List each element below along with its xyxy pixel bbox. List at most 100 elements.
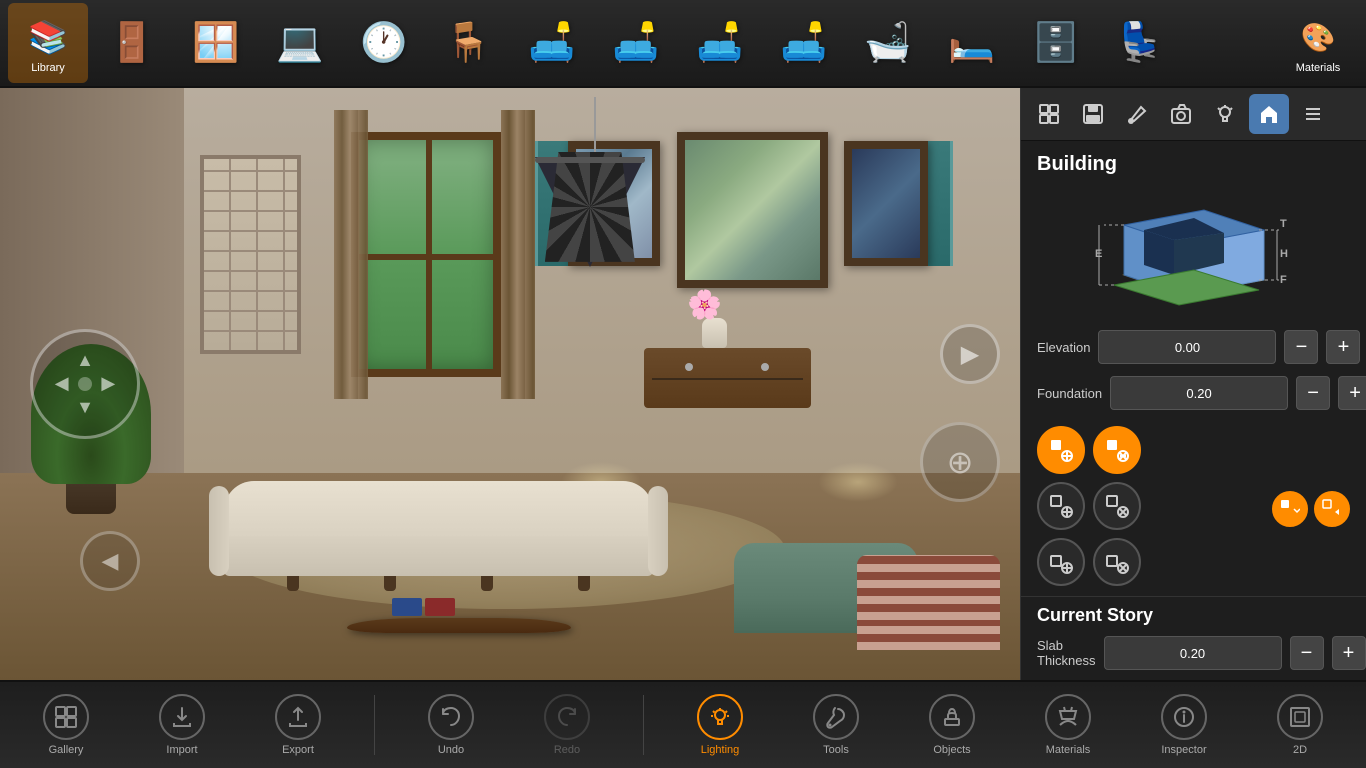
camera-button[interactable] [1161,94,1201,134]
furniture-dresser[interactable]: 🗄️ [1016,3,1096,83]
library-icon: 📚 [23,12,73,62]
gallery-label: Gallery [49,744,84,756]
floor-plan-action-1[interactable] [1272,491,1308,527]
lighting-button[interactable]: Lighting [680,685,760,765]
svg-text:H: H [1280,248,1288,260]
sofa-arm-right [648,486,668,576]
slab-thickness-input[interactable] [1104,636,1282,670]
export-label: Export [282,744,314,756]
objects-button[interactable]: Objects [912,685,992,765]
furniture-pink-sofa[interactable]: 🛋️ [596,3,676,83]
add-building-button[interactable] [1037,426,1085,474]
nav-arrow-right[interactable]: ▶ [940,324,1000,384]
striped-chair-back [857,555,1000,620]
book-1 [392,598,422,616]
laptop-icon: 💻 [276,21,323,65]
options-button[interactable] [1093,482,1141,530]
floor-plan-action-2[interactable] [1314,491,1350,527]
furniture-yellow-sofa[interactable]: 🛋️ [764,3,844,83]
furniture-bed[interactable]: 🛏️ [932,3,1012,83]
white-sofa-icon: 🛋️ [696,21,743,65]
gallery-button[interactable]: Gallery [26,685,106,765]
slab-thickness-increase-button[interactable]: + [1332,636,1366,670]
furniture-window[interactable]: 🪟 [176,3,256,83]
tools-button[interactable]: Tools [796,685,876,765]
library-button[interactable]: 📚 Library [8,3,88,83]
nav-joystick-left[interactable]: ▲ ◀ ▶ ▼ [30,329,140,439]
building-diagram-svg: T H F E [1094,185,1294,315]
slab-thickness-row: Slab Thickness − + [1021,630,1366,676]
building-button[interactable] [1249,94,1289,134]
furniture-bathtub[interactable]: 🛁 [848,3,928,83]
striped-chair-seat [857,620,1000,650]
yellow-sofa-icon: 🛋️ [780,21,827,65]
undo-label: Undo [438,744,464,756]
furniture-chair-red[interactable]: 💺 [1100,3,1180,83]
elevation-decrease-button[interactable]: − [1284,330,1318,364]
undo-button[interactable]: Undo [411,685,491,765]
paint-button[interactable] [1117,94,1157,134]
vase [702,318,727,348]
nav-circle[interactable]: ▲ ◀ ▶ ▼ [30,329,140,439]
save-button[interactable] [1073,94,1113,134]
pink-sofa-icon: 🛋️ [612,21,659,65]
red-chair-icon: 🪑 [444,21,491,65]
add-level-button[interactable] [1037,538,1085,586]
foundation-increase-button[interactable]: + [1338,376,1366,410]
export-icon [275,694,321,740]
furniture-laptop[interactable]: 💻 [260,3,340,83]
nav-rotate-button[interactable]: ⊕ [920,422,1000,502]
materials-bottom-label: Materials [1046,744,1091,756]
furniture-white-sofa[interactable]: 🛋️ [680,3,760,83]
svg-text:F: F [1280,274,1287,286]
export-button[interactable]: Export [258,685,338,765]
nav-up-icon: ▲ [76,350,94,371]
2d-icon [1277,694,1323,740]
add-floor-button[interactable] [1037,482,1085,530]
pendant-shade [535,157,645,267]
objects-icon [929,694,975,740]
furniture-red-chair[interactable]: 🪑 [428,3,508,83]
curtain-right [501,110,534,399]
redo-button[interactable]: Redo [527,685,607,765]
elevation-input[interactable] [1098,330,1276,364]
elevation-increase-button[interactable]: + [1326,330,1360,364]
2d-button[interactable]: 2D [1260,685,1340,765]
materials-bottom-button[interactable]: Materials [1028,685,1108,765]
foundation-decrease-button[interactable]: − [1296,376,1330,410]
slab-thickness-decrease-button[interactable]: − [1290,636,1324,670]
sofa-leg-3 [481,576,493,591]
gallery-icon [43,694,89,740]
bottom-toolbar: Gallery Import Export Undo [0,680,1366,768]
furniture-door[interactable]: 🚪 [92,3,172,83]
nav-pan-button[interactable]: ◀ [80,531,140,591]
import-button[interactable]: Import [142,685,222,765]
dresser-handle-right [761,363,769,371]
light-button[interactable] [1205,94,1245,134]
nav-right-icon: ▶ [101,373,115,394]
inspector-button[interactable]: Inspector [1144,685,1224,765]
nav-right-button[interactable]: ▶ [940,324,1000,384]
import-icon [159,694,205,740]
action-buttons-row2 [1037,482,1141,530]
coffee-table-top [347,618,571,633]
svg-text:T: T [1280,218,1287,230]
materials-button[interactable]: 🎨 Materials [1278,3,1358,83]
objects-label: Objects [933,744,970,756]
split-building-button[interactable] [1093,426,1141,474]
furniture-clock[interactable]: 🕐 [344,3,424,83]
viewport[interactable]: 🌸 [0,88,1020,680]
select-tool-button[interactable] [1029,94,1069,134]
lighting-label: Lighting [701,744,740,756]
delete-button[interactable] [1093,538,1141,586]
inspector-icon [1161,694,1207,740]
current-story-title: Current Story [1021,596,1366,630]
slab-thickness-label: Slab Thickness [1037,638,1096,668]
vase-group: 🌸 [702,318,727,348]
furniture-yellow-armchair[interactable]: 🛋️ [512,3,592,83]
lighting-icon [697,694,743,740]
foundation-input[interactable] [1110,376,1288,410]
materials-icon: 🎨 [1293,12,1343,62]
top-toolbar: 📚 Library 🚪 🪟 💻 🕐 🪑 🛋️ 🛋️ [0,0,1366,88]
list-button[interactable] [1293,94,1333,134]
